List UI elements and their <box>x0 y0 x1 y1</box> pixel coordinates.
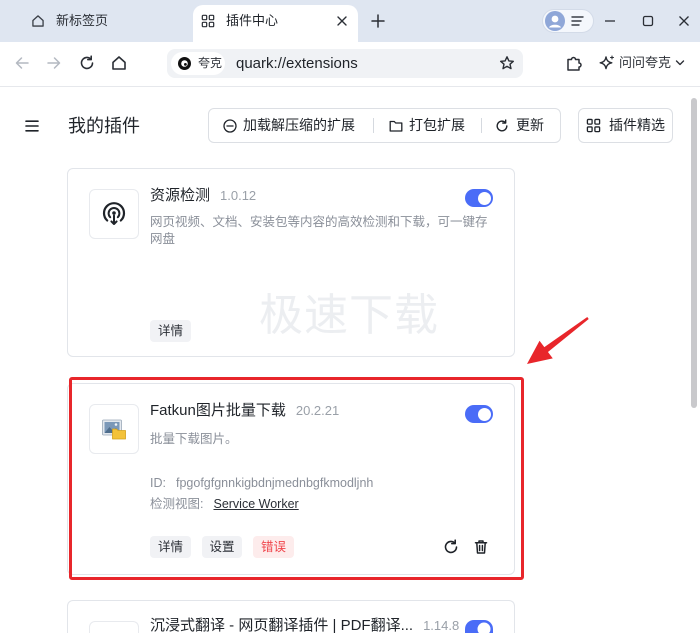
extension-icon-box <box>89 189 139 239</box>
toggle-knob <box>477 191 491 205</box>
close-window-icon[interactable] <box>678 15 690 27</box>
home-icon <box>31 14 45 28</box>
tab-bar: 新标签页 插件中心 <box>0 0 700 42</box>
extension-name: 资源检测 <box>150 187 211 204</box>
close-tab-icon[interactable] <box>336 15 348 27</box>
update-label: 更新 <box>516 117 544 133</box>
tab-new-tab[interactable]: 新标签页 <box>18 5 190 42</box>
scrollbar-thumb[interactable] <box>691 98 697 408</box>
maximize-icon[interactable] <box>642 15 654 27</box>
extension-actions-toolbar: 加载解压缩的扩展 打包扩展 更新 <box>208 108 561 143</box>
pack-extension-button[interactable]: 打包扩展 <box>381 109 477 142</box>
page-title: 我的插件 <box>68 116 140 136</box>
update-button[interactable]: 更新 <box>487 109 557 142</box>
extension-name: 沉浸式翻译 - 网页翻译插件 | PDF翻译... <box>150 617 414 633</box>
grid-icon <box>201 14 215 28</box>
search-engine-chip[interactable]: 夸克 <box>171 52 225 75</box>
new-tab-plus-icon[interactable] <box>371 14 385 28</box>
minus-circle-icon <box>223 119 237 133</box>
watermark-text: 极速下载 <box>259 291 439 340</box>
annotation-highlight-box <box>69 377 524 580</box>
extension-description: 网页视频、文档、安装包等内容的高效检测和下载，可一键存网盘 <box>150 215 488 246</box>
address-bar[interactable]: 夸克 quark://extensions <box>167 49 523 78</box>
folder-icon <box>389 119 403 133</box>
search-engine-label: 夸克 <box>198 56 223 70</box>
enable-toggle[interactable] <box>465 620 493 633</box>
reload-icon[interactable] <box>79 55 95 71</box>
enable-toggle[interactable] <box>465 189 493 207</box>
extension-version: 1.14.8 <box>423 618 460 633</box>
extension-header: 沉浸式翻译 - 网页翻译插件 | PDF翻译... 1.14.8 <box>150 617 460 633</box>
chevron-down-icon[interactable] <box>675 59 685 67</box>
annotation-arrow <box>527 317 589 364</box>
featured-extensions-button[interactable]: 插件精选 <box>578 108 673 143</box>
grid-icon <box>586 118 601 133</box>
home-icon[interactable] <box>111 55 127 71</box>
puzzle-extension-icon[interactable] <box>565 54 583 72</box>
minimize-icon[interactable] <box>604 15 616 27</box>
profile-button[interactable] <box>542 9 594 33</box>
toolbar-divider <box>373 118 374 133</box>
bookmark-star-icon[interactable] <box>499 55 515 71</box>
ask-quark-button[interactable]: 问问夸克 <box>619 54 671 72</box>
resource-detect-icon <box>99 199 129 229</box>
featured-label: 插件精选 <box>609 117 665 133</box>
refresh-icon <box>495 119 509 133</box>
load-unpacked-label: 加载解压缩的扩展 <box>243 117 355 133</box>
details-button[interactable]: 详情 <box>150 320 191 342</box>
extension-card: 沉浸式翻译 - 网页翻译插件 | PDF翻译... 1.14.8 <box>67 600 515 633</box>
toolbar-divider <box>481 118 482 133</box>
quark-logo-icon <box>178 57 191 70</box>
extension-version: 1.0.12 <box>220 188 257 203</box>
load-unpacked-button[interactable]: 加载解压缩的扩展 <box>215 109 369 142</box>
navigation-bar: 夸克 quark://extensions 问问夸克 <box>0 42 700 87</box>
extension-header: 资源检测 1.0.12 <box>150 186 256 206</box>
pack-extension-label: 打包扩展 <box>409 117 465 133</box>
extension-icon-box <box>89 621 139 633</box>
url-text[interactable]: quark://extensions <box>236 49 358 78</box>
back-arrow-icon[interactable] <box>14 55 30 71</box>
list-icon <box>571 15 584 27</box>
extension-card: 资源检测 1.0.12 网页视频、文档、安装包等内容的高效检测和下载，可一键存网… <box>67 168 515 357</box>
hamburger-menu-icon[interactable] <box>25 120 39 132</box>
forward-arrow-icon[interactable] <box>46 55 62 71</box>
avatar-icon <box>545 11 565 31</box>
tab-extensions[interactable]: 插件中心 <box>193 5 358 42</box>
tab-label: 新标签页 <box>56 13 109 28</box>
tab-label: 插件中心 <box>226 13 279 28</box>
sparkle-icon[interactable] <box>599 55 615 71</box>
browser-window: 新标签页 插件中心 夸克 quark://extensions 问问夸克 我的插… <box>0 0 700 633</box>
